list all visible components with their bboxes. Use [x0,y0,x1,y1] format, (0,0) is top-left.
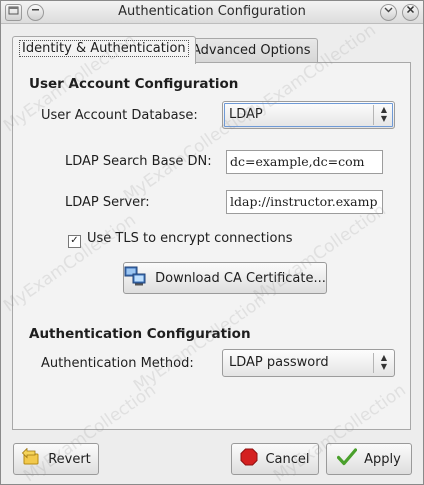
user-account-database-value: LDAP [229,107,263,122]
close-icon[interactable] [402,4,419,21]
revert-label: Revert [48,451,91,467]
download-ca-certificate-label: Download CA Certificate... [155,270,326,286]
apply-button[interactable]: Apply [326,443,412,475]
download-ca-certificate-button[interactable]: Download CA Certificate... [123,262,327,294]
combo-arrows-icon: ▲ ▼ [373,105,394,125]
network-computers-icon [124,266,148,290]
title-bar: Authentication Configuration [1,1,423,24]
user-account-database-label: User Account Database: [41,108,198,123]
authentication-method-label: Authentication Method: [41,356,194,371]
ldap-search-base-input[interactable]: dc=example,dc=com [226,150,383,174]
window-title: Authentication Configuration [118,4,306,19]
combo-arrows-icon: ▲ ▼ [373,353,394,373]
tab-label: Advanced Options [192,43,311,58]
checkmark-icon [337,448,358,470]
authentication-method-select[interactable]: LDAP password ▲ ▼ [222,349,395,377]
apply-label: Apply [364,451,401,467]
tab-advanced-options[interactable]: Advanced Options [185,38,318,63]
cancel-label: Cancel [265,451,310,467]
user-account-database-select[interactable]: LDAP ▲ ▼ [222,101,395,129]
tab-panel: User Account Configuration User Account … [12,62,411,430]
tab-identity-authentication[interactable]: Identity & Authentication [12,36,196,64]
auth-config-window: Authentication Configuration Identity & … [0,0,424,485]
revert-button[interactable]: Revert [13,443,99,475]
tab-label: Identity & Authentication [19,40,189,57]
revert-arrow-icon [21,447,41,470]
authentication-method-value: LDAP password [229,355,329,370]
ldap-server-label: LDAP Server: [65,195,150,210]
user-account-section-title: User Account Configuration [29,76,239,92]
use-tls-row[interactable]: ✓ Use TLS to encrypt connections [68,231,292,248]
ldap-search-base-label: LDAP Search Base DN: [65,154,212,169]
cancel-button[interactable]: Cancel [231,443,319,475]
ldap-server-input[interactable]: ldap://instructor.examp [226,190,383,214]
authentication-section-title: Authentication Configuration [29,326,251,342]
use-tls-checkbox[interactable]: ✓ [68,235,81,248]
use-tls-label: Use TLS to encrypt connections [87,231,293,246]
window-options-icon[interactable] [380,4,397,21]
stop-icon [240,448,258,470]
